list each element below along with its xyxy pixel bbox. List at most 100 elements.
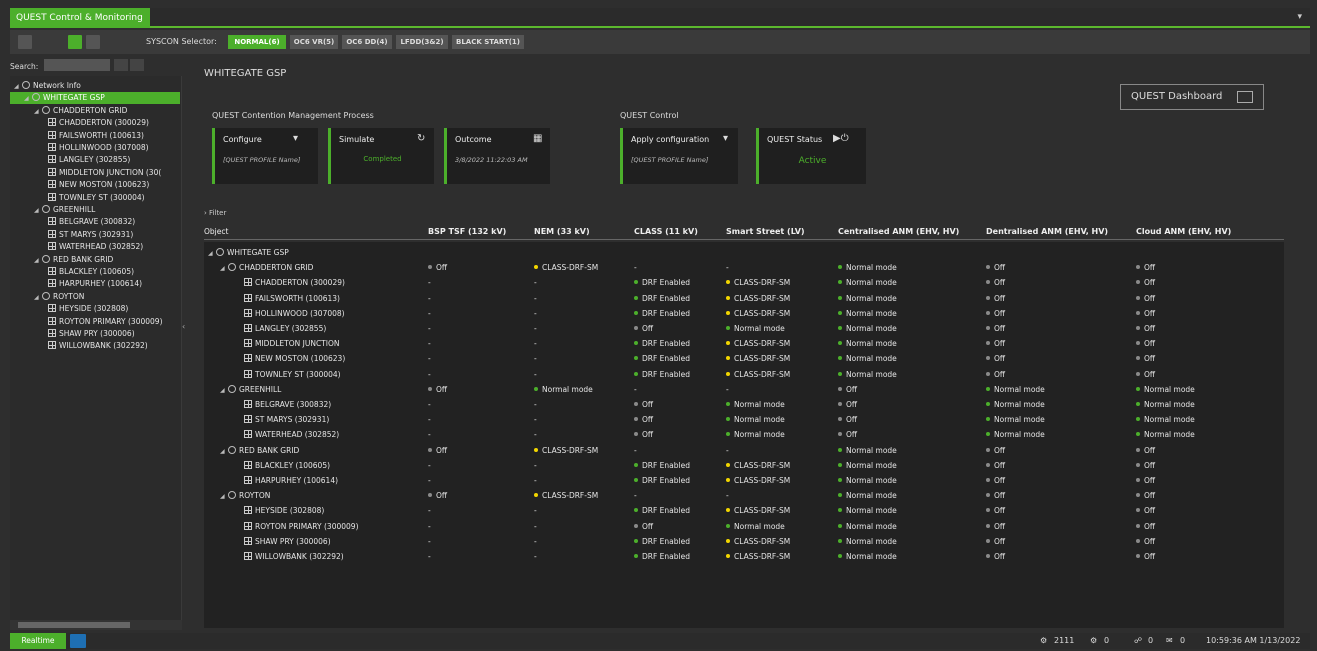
- column-header[interactable]: BSP TSF (132 kV): [428, 227, 506, 236]
- table-row[interactable]: WILLOWBANK (302292) - - DRF Enabled CLASS-DR…: [204, 550, 1284, 565]
- expand-arrow-icon[interactable]: ◢: [34, 205, 42, 216]
- filter-toggle[interactable]: › Filter: [204, 209, 226, 217]
- tree-item[interactable]: ◢ Network Info: [10, 80, 180, 92]
- tree-item[interactable]: BLACKLEY (100605): [10, 266, 180, 278]
- expand-arrow-icon[interactable]: ◢: [220, 265, 228, 272]
- table-row[interactable]: WATERHEAD (302852) - - Off Normal mode Off Nor…: [204, 428, 1284, 443]
- table-row[interactable]: BLACKLEY (100605) - - DRF Enabled CLASS-DRF-…: [204, 459, 1284, 474]
- table-row[interactable]: CHADDERTON (300029) - - DRF Enabled CLASS-DR…: [204, 276, 1284, 291]
- table-row[interactable]: SHAW PRY (300006) - - DRF Enabled CLASS-DRF-…: [204, 535, 1284, 550]
- tree-item[interactable]: LANGLEY (302855): [10, 154, 180, 166]
- scrollbar-thumb[interactable]: [18, 622, 130, 628]
- tree-item[interactable]: HEYSIDE (302808): [10, 303, 180, 315]
- syscon-oc6vr-button[interactable]: OC6 VR(5): [290, 35, 338, 49]
- table-row[interactable]: ◢ GREENHILL Off Normal mode - - Off Normal mode…: [204, 383, 1284, 398]
- table-row[interactable]: ◢ RED BANK GRID Off CLASS-DRF-SM - - Normal mo…: [204, 444, 1284, 459]
- tree-item[interactable]: ◢ ROYTON: [10, 291, 180, 303]
- alarm-icon[interactable]: ⚙: [1040, 636, 1047, 645]
- network-icon[interactable]: ☍: [1134, 636, 1142, 645]
- status-dot-icon: [726, 554, 730, 558]
- status-cell: DRF Enabled: [634, 354, 690, 363]
- outcome-card[interactable]: Outcome ▦ 3/8/2022 11:22:03 AM: [444, 128, 550, 184]
- window-menu-icon[interactable]: ▾: [1297, 12, 1302, 22]
- tree-item[interactable]: WILLOWBANK (302292): [10, 340, 180, 352]
- expand-arrow-icon[interactable]: ◢: [220, 493, 228, 500]
- search-button[interactable]: [114, 59, 128, 71]
- tree-item[interactable]: NEW MOSTON (100623): [10, 179, 180, 191]
- tree-item[interactable]: MIDDLETON JUNCTION (30(: [10, 167, 180, 179]
- expand-arrow-icon[interactable]: ◢: [14, 81, 22, 92]
- tree-item[interactable]: ◢ GREENHILL: [10, 204, 180, 216]
- column-header[interactable]: NEM (33 kV): [534, 227, 590, 236]
- tree-item[interactable]: HOLLINWOOD (307008): [10, 142, 180, 154]
- expand-arrow-icon[interactable]: ◢: [34, 255, 42, 266]
- tree-item[interactable]: ST MARYS (302931): [10, 229, 180, 241]
- table-row[interactable]: MIDDLETON JUNCTION - - DRF Enabled CLASS-DRF…: [204, 337, 1284, 352]
- expand-arrow-icon[interactable]: ◢: [34, 292, 42, 303]
- event-icon[interactable]: ⚙: [1090, 636, 1097, 645]
- play-power-icon[interactable]: ▶⏻: [833, 133, 849, 144]
- tree-item[interactable]: ROYTON PRIMARY (300009): [10, 316, 180, 328]
- collapse-panel-icon[interactable]: ‹: [182, 322, 190, 338]
- table-row[interactable]: LANGLEY (302855) - - Off Normal mode Normal m…: [204, 322, 1284, 337]
- column-header[interactable]: Dentralised ANM (EHV, HV): [986, 227, 1108, 236]
- weather-icon[interactable]: [70, 634, 86, 648]
- expand-arrow-icon[interactable]: ◢: [220, 448, 228, 455]
- expand-arrow-icon[interactable]: ◢: [220, 387, 228, 394]
- column-header[interactable]: CLASS (11 kV): [634, 227, 698, 236]
- search-input[interactable]: [44, 59, 110, 71]
- grid-view-icon[interactable]: [86, 35, 100, 49]
- tree-item[interactable]: ◢ WHITEGATE GSP: [10, 92, 180, 105]
- quest-dashboard-button[interactable]: QUEST Dashboard: [1120, 84, 1264, 110]
- column-header[interactable]: Centralised ANM (EHV, HV): [838, 227, 959, 236]
- table-row[interactable]: ROYTON PRIMARY (300009) - - Off Normal mode N…: [204, 520, 1284, 535]
- chart-icon[interactable]: ▦: [533, 133, 542, 144]
- configure-card[interactable]: Configure ▾ [QUEST PROFILE Name]: [212, 128, 318, 184]
- tree-item[interactable]: HARPURHEY (100614): [10, 278, 180, 290]
- tree-item[interactable]: TOWNLEY ST (300004): [10, 192, 180, 204]
- tree-item[interactable]: BELGRAVE (300832): [10, 216, 180, 228]
- status-cell: Normal mode: [986, 415, 1045, 424]
- app-title-tab[interactable]: QUEST Control & Monitoring: [10, 8, 150, 28]
- refresh-icon[interactable]: ↻: [417, 133, 425, 144]
- tree-horizontal-scrollbar[interactable]: [10, 620, 182, 630]
- table-row[interactable]: HARPURHEY (100614) - - DRF Enabled CLASS-DRF…: [204, 474, 1284, 489]
- syscon-blackstart-button[interactable]: BLACK START(1): [452, 35, 524, 49]
- configure-dropdown-icon[interactable]: ▾: [293, 133, 298, 144]
- expand-arrow-icon[interactable]: ◢: [208, 250, 216, 257]
- table-row[interactable]: TOWNLEY ST (300004) - - DRF Enabled CLASS-DR…: [204, 368, 1284, 383]
- message-icon[interactable]: ✉: [1166, 636, 1173, 645]
- document-icon[interactable]: [18, 35, 32, 49]
- table-row[interactable]: BELGRAVE (300832) - - Off Normal mode Off Norm…: [204, 398, 1284, 413]
- table-row[interactable]: ◢ ROYTON Off CLASS-DRF-SM - - Normal mode Off Of…: [204, 489, 1284, 504]
- tree-item[interactable]: ◢ CHADDERTON GRID: [10, 105, 180, 117]
- status-cell: DRF Enabled: [634, 476, 690, 485]
- status-value: CLASS-DRF-SM: [734, 308, 791, 318]
- column-header[interactable]: Smart Street (LV): [726, 227, 805, 236]
- tree-item[interactable]: CHADDERTON (300029): [10, 117, 180, 129]
- table-row[interactable]: HOLLINWOOD (307008) - - DRF Enabled CLASS-DR…: [204, 307, 1284, 322]
- expand-arrow-icon[interactable]: ◢: [34, 106, 42, 117]
- realtime-mode-button[interactable]: Realtime: [10, 633, 66, 649]
- syscon-oc6dd-button[interactable]: OC6 DD(4): [342, 35, 392, 49]
- tree-item[interactable]: ◢ RED BANK GRID: [10, 254, 180, 266]
- tree-item[interactable]: WATERHEAD (302852): [10, 241, 180, 253]
- tree-item[interactable]: SHAW PRY (300006): [10, 328, 180, 340]
- table-row[interactable]: HEYSIDE (302808) - - DRF Enabled CLASS-DRF-S…: [204, 504, 1284, 519]
- table-row[interactable]: ◢ WHITEGATE GSP: [204, 246, 1284, 261]
- apply-dropdown-icon[interactable]: ▾: [723, 133, 728, 144]
- tree-view-icon[interactable]: [68, 35, 82, 49]
- column-header[interactable]: Cloud ANM (EHV, HV): [1136, 227, 1231, 236]
- clear-search-button[interactable]: [130, 59, 144, 71]
- column-header[interactable]: Object: [204, 227, 228, 236]
- table-row[interactable]: ◢ CHADDERTON GRID Off CLASS-DRF-SM - - Normal …: [204, 261, 1284, 276]
- table-row[interactable]: NEW MOSTON (100623) - - DRF Enabled CLASS-DR…: [204, 352, 1284, 367]
- simulate-card[interactable]: Simulate ↻ Completed: [328, 128, 434, 184]
- apply-configuration-card[interactable]: Apply configuration ▾ [QUEST PROFILE Nam…: [620, 128, 738, 184]
- tree-item[interactable]: FAILSWORTH (100613): [10, 130, 180, 142]
- table-row[interactable]: ST MARYS (302931) - - Off Normal mode Off Norm…: [204, 413, 1284, 428]
- table-row[interactable]: FAILSWORTH (100613) - - DRF Enabled CLASS-DR…: [204, 292, 1284, 307]
- syscon-lfdd-button[interactable]: LFDD(3&2): [396, 35, 448, 49]
- syscon-normal-button[interactable]: NORMAL(6): [228, 35, 286, 49]
- expand-arrow-icon[interactable]: ◢: [24, 93, 32, 104]
